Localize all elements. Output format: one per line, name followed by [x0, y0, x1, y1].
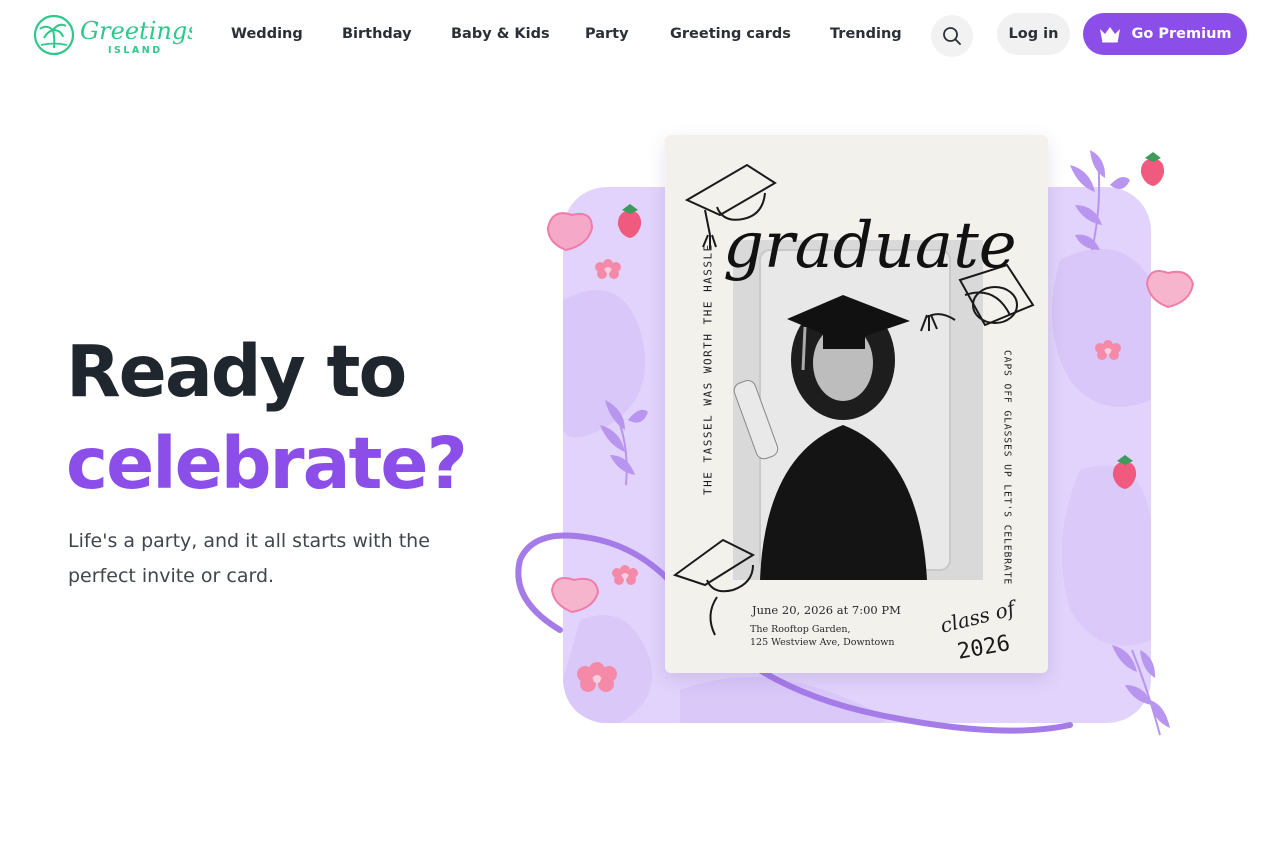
nav-item-birthday[interactable]: Birthday [342, 26, 412, 42]
hero-title-line2: celebrate? [66, 422, 468, 505]
nav-item-greeting-cards[interactable]: Greeting cards [670, 26, 791, 42]
nav-item-baby-kids[interactable]: Baby & Kids [451, 26, 550, 42]
card-class-year: 2026 [955, 631, 1012, 665]
card-artwork: graduate class of 2026 [672, 163, 1035, 665]
crown-icon [1100, 27, 1121, 43]
login-button[interactable]: Log in [997, 13, 1070, 55]
card-headline: graduate [723, 209, 1017, 283]
card-venue: The Rooftop Garden, 125 Westview Ave, Do… [750, 623, 895, 649]
graduation-invitation-card[interactable]: graduate class of 2026 THE TASSEL WAS WO… [665, 135, 1048, 673]
card-event-date: June 20, 2026 at 7:00 PM [752, 603, 901, 617]
search-button[interactable] [931, 15, 973, 57]
search-icon [943, 27, 961, 45]
nav-item-wedding[interactable]: Wedding [231, 26, 303, 42]
hero-subtitle: Life's a party, and it all starts with t… [68, 530, 430, 587]
logo-subtext: ISLAND [108, 45, 163, 56]
nav-item-trending[interactable]: Trending [830, 26, 902, 42]
hero-title: Ready to celebrate? [66, 326, 526, 510]
card-venue-line2: 125 Westview Ave, Downtown [750, 637, 895, 648]
card-right-vertical-text: CAPS OFF GLASSES UP LET'S CELEBRATE [1001, 350, 1013, 586]
go-premium-label: Go Premium [1131, 26, 1232, 42]
nav-item-party[interactable]: Party [585, 26, 629, 42]
site-header: Greetings ISLAND Wedding Birthday Baby &… [0, 0, 1280, 72]
card-class-label: class of [938, 595, 1021, 638]
card-left-vertical-text: THE TASSEL WAS WORTH THE HASSLE [701, 243, 715, 495]
logo-wordmark: Greetings [80, 17, 192, 45]
go-premium-button[interactable]: Go Premium [1083, 13, 1247, 55]
greetings-island-logo[interactable]: Greetings ISLAND [32, 12, 192, 58]
heart-icon [546, 212, 594, 252]
hero-title-line1: Ready to [66, 330, 407, 413]
card-venue-line1: The Rooftop Garden, [750, 624, 851, 635]
